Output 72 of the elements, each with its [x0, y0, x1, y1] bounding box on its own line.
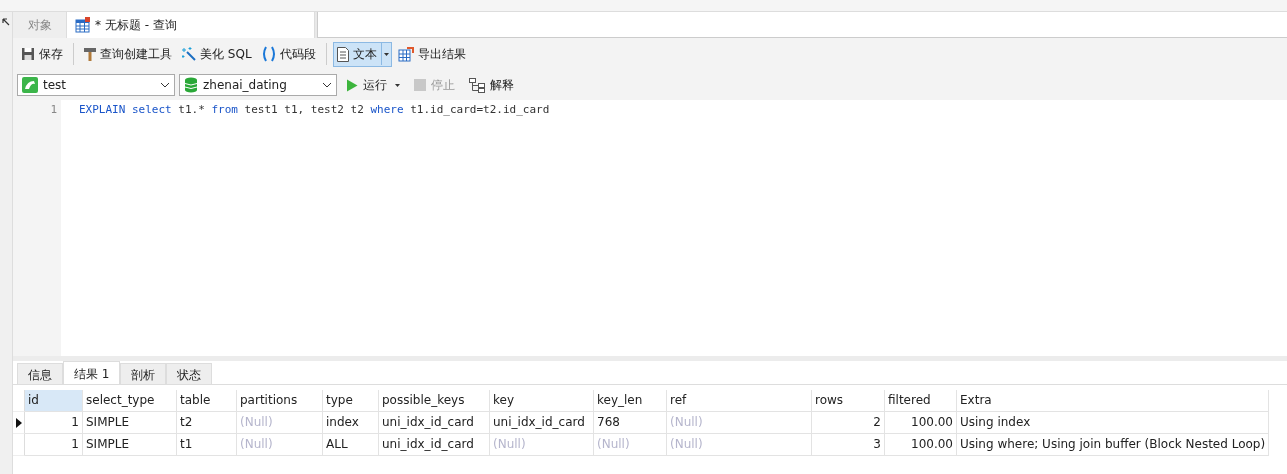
- table-cell: t2: [177, 412, 237, 434]
- line-number: 1: [49, 102, 57, 118]
- column-header[interactable]: id: [25, 390, 83, 412]
- result-tab[interactable]: 剖析: [120, 363, 167, 384]
- column-header[interactable]: rows: [812, 390, 885, 412]
- column-header[interactable]: key: [490, 390, 594, 412]
- column-header[interactable]: filtered: [885, 390, 957, 412]
- toolbar-button[interactable]: 导出结果: [393, 41, 470, 67]
- document-icon: [336, 46, 349, 62]
- chevron-down-icon: [322, 82, 332, 88]
- magic-wand-icon: [182, 47, 196, 61]
- caret-icon[interactable]: [395, 83, 400, 87]
- database-select[interactable]: zhenai_dating: [179, 74, 337, 96]
- export-table-icon: [397, 46, 414, 62]
- column-header[interactable]: table: [177, 390, 237, 412]
- database-icon: [184, 77, 198, 93]
- code-line: EXPLAIN select t1.* from test1 t1, test2 t2 where t1.id_card=t2.id_card: [79, 102, 550, 118]
- table-cell: 100.00: [885, 434, 957, 456]
- result-tab[interactable]: 结果 1: [63, 361, 121, 384]
- table-icon: [75, 17, 91, 33]
- stop-icon: [414, 79, 426, 91]
- table-cell: (Null): [667, 434, 812, 456]
- table-cell: t1: [177, 434, 237, 456]
- table-cell: Using index: [957, 412, 1269, 434]
- column-header[interactable]: key_len: [594, 390, 667, 412]
- table-cell: 1: [25, 412, 83, 434]
- corner-arrow-icon: [2, 18, 10, 26]
- column-header[interactable]: select_type: [83, 390, 177, 412]
- table-cell: 100.00: [885, 412, 957, 434]
- table-cell: ALL: [323, 434, 379, 456]
- toolbar-button[interactable]: 代码段: [257, 41, 320, 67]
- tree-diagram-icon: [469, 77, 485, 93]
- table-cell: SIMPLE: [83, 434, 177, 456]
- parentheses-icon: [261, 46, 276, 62]
- row-indicator[interactable]: [13, 412, 25, 434]
- toolbar-button[interactable]: 文本: [332, 41, 392, 67]
- column-header[interactable]: ref: [667, 390, 812, 412]
- table-cell: 2: [812, 412, 885, 434]
- toolbar-button[interactable]: 保存: [17, 41, 67, 67]
- table-cell: 3: [812, 434, 885, 456]
- save-icon: [21, 47, 35, 61]
- column-header[interactable]: type: [323, 390, 379, 412]
- action-button[interactable]: 解释: [464, 74, 519, 96]
- connection-select[interactable]: test: [17, 74, 175, 96]
- dropdown-arrow-icon[interactable]: [380, 43, 391, 65]
- sql-editor[interactable]: 1 EXPLAIN select t1.* from test1 t1, test2 t2 where t1.id_card=t2.id_card: [13, 100, 1287, 356]
- tab[interactable]: * 无标题 - 查询: [67, 12, 315, 38]
- table-cell: SIMPLE: [83, 412, 177, 434]
- hammer-icon: [84, 47, 96, 61]
- result-tab[interactable]: 状态: [166, 363, 213, 384]
- current-row-icon: [15, 417, 22, 428]
- toolbar-button[interactable]: 查询创建工具: [80, 41, 176, 67]
- action-button[interactable]: 运行: [341, 74, 405, 96]
- column-header[interactable]: Extra: [957, 390, 1269, 412]
- column-header[interactable]: partitions: [237, 390, 323, 412]
- table-cell: uni_idx_id_card: [379, 412, 490, 434]
- toolbar-button[interactable]: 美化 SQL: [178, 41, 256, 67]
- table-cell: (Null): [237, 434, 323, 456]
- play-icon: [346, 78, 358, 92]
- table-cell: uni_idx_id_card: [379, 434, 490, 456]
- table-cell: 768: [594, 412, 667, 434]
- table-cell: Using where; Using join buffer (Block Nested Loop): [957, 434, 1269, 456]
- table-cell: (Null): [667, 412, 812, 434]
- chevron-down-icon: [160, 82, 170, 88]
- column-header[interactable]: possible_keys: [379, 390, 490, 412]
- table-cell: index: [323, 412, 379, 434]
- table-cell: uni_idx_id_card: [490, 412, 594, 434]
- table-cell: (Null): [237, 412, 323, 434]
- table-cell: (Null): [490, 434, 594, 456]
- table-cell: (Null): [594, 434, 667, 456]
- result-tab[interactable]: 信息: [17, 363, 63, 384]
- table-cell: 1: [25, 434, 83, 456]
